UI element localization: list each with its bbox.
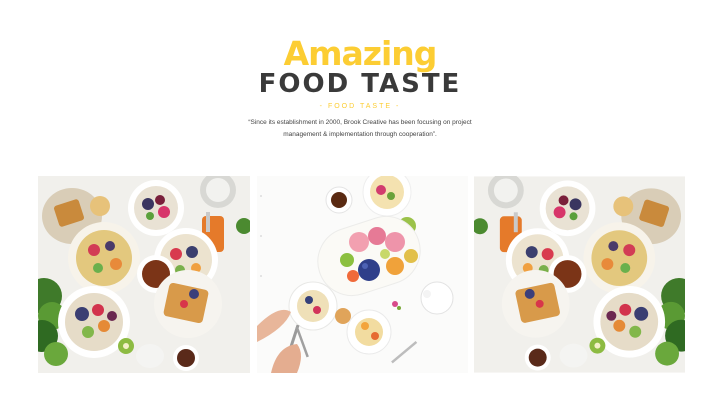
slide: Amazing FOOD TASTE - FOOD TASTE - “Since… <box>0 0 720 405</box>
subtitle: - FOOD TASTE - <box>319 103 401 110</box>
description: “Since its establishment in 2000, Brook … <box>230 117 490 141</box>
breakfast-spread-illustration <box>38 176 250 373</box>
fruit-platter-illustration <box>257 176 468 373</box>
breakfast-spread-photo-mirrored <box>474 176 685 373</box>
title-main: FOOD TASTE <box>258 69 462 99</box>
description-line-1: “Since its establishment in 2000, Brook … <box>248 119 472 126</box>
description-line-2: management & implementation through coop… <box>283 131 437 138</box>
breakfast-spread-photo <box>38 176 250 373</box>
fruit-platter-photo <box>257 176 468 373</box>
breakfast-spread-mirrored-illustration <box>474 176 685 373</box>
